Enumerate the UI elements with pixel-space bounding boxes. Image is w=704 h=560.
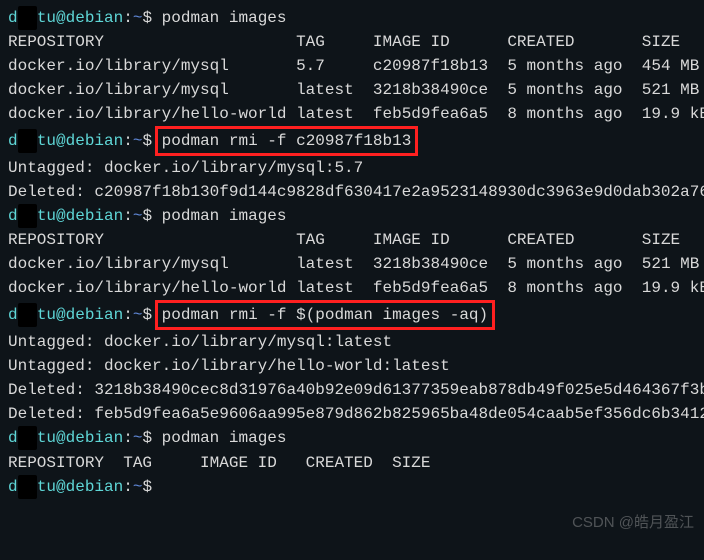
- command-podman-rmi-all: podman rmi -f $(podman images -aq): [162, 306, 488, 324]
- command-podman-images-3: podman images: [162, 430, 287, 448]
- col-created: CREATED: [507, 30, 641, 54]
- table-row: docker.io/library/mysql latest 3218b3849…: [8, 252, 704, 276]
- command-podman-images-2: podman images: [162, 207, 287, 225]
- highlighted-command-1: podman rmi -f c20987f18b13: [155, 126, 419, 156]
- table-row: docker.io/library/mysql latest 3218b3849…: [8, 78, 704, 102]
- col-size: SIZE: [642, 30, 704, 54]
- user-obscured: [18, 6, 37, 30]
- prompt-line-5: d tu@debian:~$ podman images: [8, 426, 696, 450]
- col-id: IMAGE ID: [373, 30, 507, 54]
- command-podman-images-1: podman images: [162, 9, 287, 27]
- output-deleted-3: Deleted: feb5d9fea6a5e9606aa995e879d862b…: [8, 402, 696, 426]
- table-row: docker.io/library/mysql 5.7 c20987f18b13…: [8, 54, 704, 78]
- host: debian: [66, 9, 124, 27]
- command-podman-rmi-id: podman rmi -f c20987f18b13: [162, 132, 412, 150]
- output-deleted-2: Deleted: 3218b38490cec8d31976a40b92e09d6…: [8, 378, 696, 402]
- colon: :: [123, 9, 133, 27]
- user-prefix: d: [8, 9, 18, 27]
- output-deleted-1: Deleted: c20987f18b130f9d144c9828df63041…: [8, 180, 696, 204]
- output-untagged-1: Untagged: docker.io/library/mysql:5.7: [8, 156, 696, 180]
- image-list-1: REPOSITORY TAG IMAGE ID CREATED SIZE doc…: [8, 30, 704, 126]
- cursor-icon: [162, 478, 171, 496]
- watermark: CSDN @皓月盈江: [572, 512, 694, 535]
- highlighted-command-2: podman rmi -f $(podman images -aq): [155, 300, 495, 330]
- image-list-2: REPOSITORY TAG IMAGE ID CREATED SIZE doc…: [8, 228, 704, 300]
- col-repo: REPOSITORY: [8, 30, 296, 54]
- table-header: REPOSITORY TAG IMAGE ID CREATED SIZE: [8, 30, 704, 54]
- prompt-line-3: d tu@debian:~$ podman images: [8, 204, 696, 228]
- output-untagged-3: Untagged: docker.io/library/hello-world:…: [8, 354, 696, 378]
- at: @: [56, 9, 66, 27]
- output-untagged-2: Untagged: docker.io/library/mysql:latest: [8, 330, 696, 354]
- col-tag: TAG: [296, 30, 373, 54]
- table-header: REPOSITORY TAG IMAGE ID CREATED SIZE: [8, 228, 704, 252]
- table-row: docker.io/library/hello-world latest feb…: [8, 276, 704, 300]
- prompt-line-4: d tu@debian:~$ podman rmi -f $(podman im…: [8, 300, 696, 330]
- prompt-line-2: d tu@debian:~$ podman rmi -f c20987f18b1…: [8, 126, 696, 156]
- prompt-line-6[interactable]: d tu@debian:~$: [8, 475, 696, 499]
- empty-image-header: REPOSITORY TAG IMAGE ID CREATED SIZE: [8, 451, 696, 475]
- dollar: $: [142, 9, 152, 27]
- prompt-line-1: d tu@debian:~$ podman images: [8, 6, 696, 30]
- user-suffix: tu: [37, 9, 56, 27]
- table-row: docker.io/library/hello-world latest feb…: [8, 102, 704, 126]
- path: ~: [133, 9, 143, 27]
